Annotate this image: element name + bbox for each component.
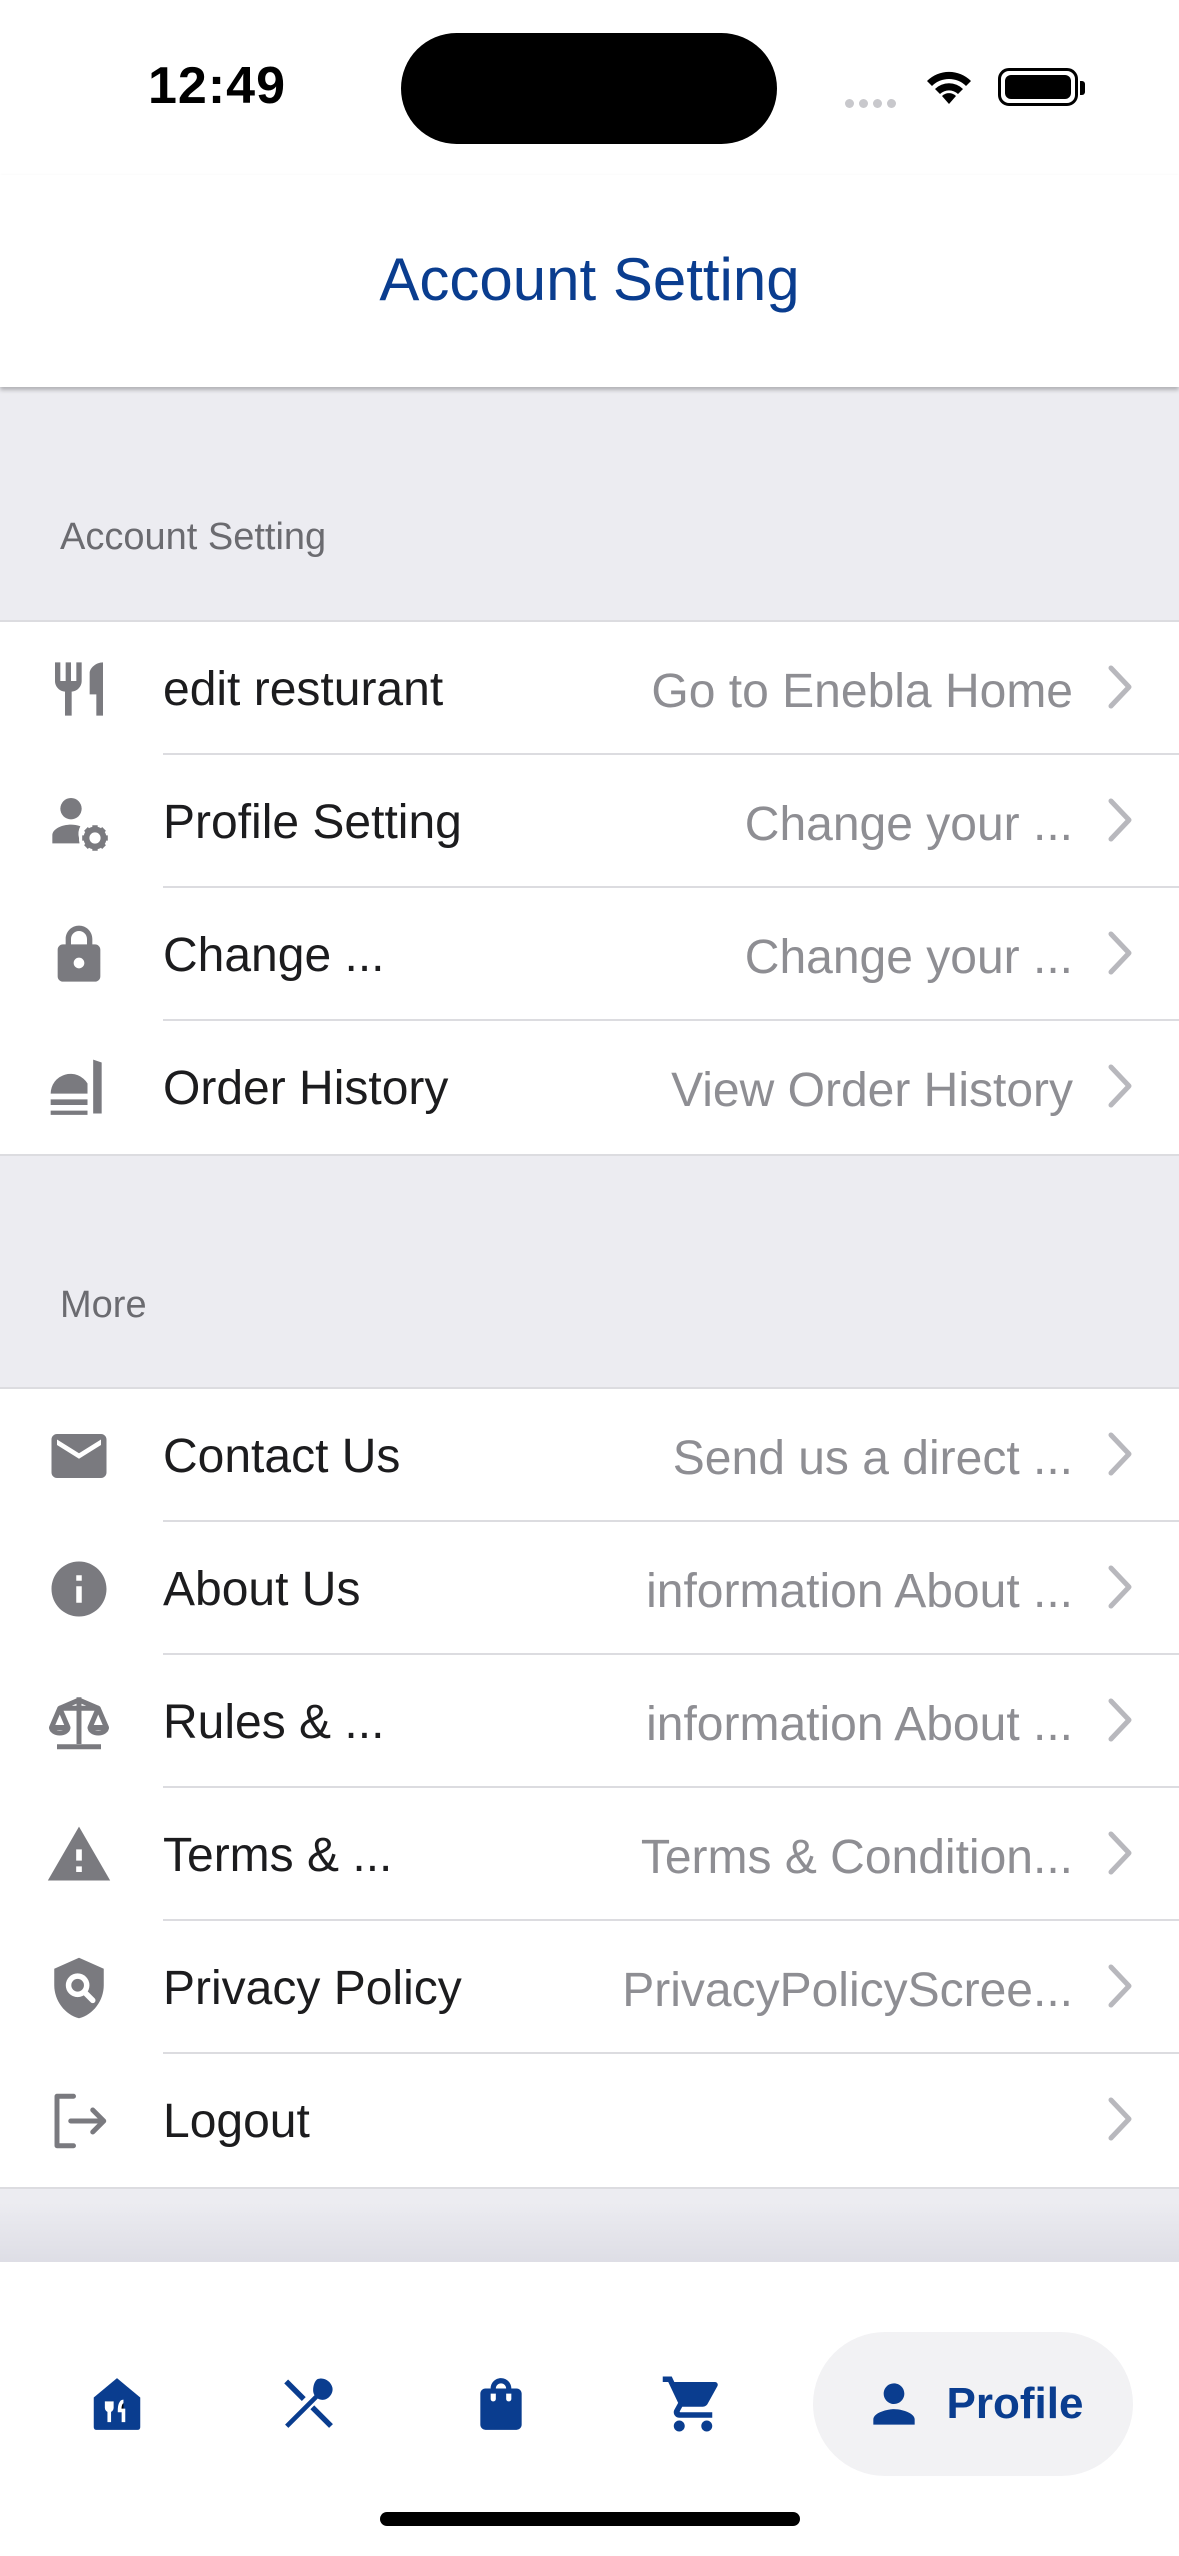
- row-label: Logout: [163, 2095, 310, 2148]
- tab-utensils[interactable]: [254, 2332, 364, 2476]
- row-detail: Send us a direct ...: [672, 1432, 1073, 1485]
- info-icon: [44, 1554, 114, 1624]
- row-label: Profile Setting: [163, 796, 462, 849]
- lock-icon: [44, 920, 114, 990]
- logout-row[interactable]: Logout: [0, 2054, 1179, 2187]
- chevron-right-icon: [1108, 1831, 1132, 1875]
- page-title: Account Setting: [379, 246, 800, 313]
- tab-restaurant-home[interactable]: [62, 2332, 172, 2476]
- person-icon: [872, 2383, 915, 2425]
- chevron-right-icon: [1108, 931, 1132, 975]
- tab-profile-label: Profile: [946, 2379, 1084, 2428]
- row-label: Rules & ...: [163, 1696, 385, 1749]
- cart-icon: [662, 2376, 718, 2432]
- row-detail: Change your ...: [744, 931, 1073, 984]
- row-detail: Terms & Condition...: [640, 1831, 1073, 1884]
- contact-us-row[interactable]: Contact Us Send us a direct ...: [0, 1389, 1179, 1522]
- restaurant-home-icon: [93, 2378, 141, 2430]
- tab-bag[interactable]: [446, 2332, 556, 2476]
- chevron-right-icon: [1108, 1432, 1132, 1476]
- row-detail: Change your ...: [744, 798, 1073, 851]
- row-detail: PrivacyPolicyScree...: [622, 1964, 1073, 2017]
- row-detail: View Order History: [671, 1064, 1073, 1117]
- fork-knife-icon: [44, 654, 114, 724]
- profile-setting-row[interactable]: Profile Setting Change your ...: [0, 755, 1179, 888]
- battery-icon: [998, 68, 1085, 106]
- row-label: Contact Us: [163, 1430, 401, 1483]
- dynamic-island: [401, 33, 777, 144]
- utensils-icon: [284, 2378, 333, 2428]
- chevron-right-icon: [1108, 1698, 1132, 1742]
- logout-icon: [44, 2086, 114, 2156]
- row-detail: Go to Enebla Home: [651, 665, 1073, 718]
- status-time: 12:49: [148, 57, 286, 115]
- row-label: Order History: [163, 1062, 449, 1115]
- account-setting-group: edit resturant Go to Enebla Home Profile…: [0, 620, 1179, 1156]
- row-label: About Us: [163, 1563, 361, 1616]
- privacy-policy-row[interactable]: Privacy Policy PrivacyPolicyScree...: [0, 1921, 1179, 2054]
- chevron-right-icon: [1108, 1064, 1132, 1108]
- shield-search-icon: [44, 1953, 114, 2023]
- edit-restaurant-row[interactable]: edit resturant Go to Enebla Home: [0, 622, 1179, 755]
- tab-profile[interactable]: Profile: [813, 2332, 1133, 2476]
- warning-icon: [44, 1820, 114, 1890]
- chevron-right-icon: [1108, 1964, 1132, 2008]
- terms-row[interactable]: Terms & ... Terms & Condition...: [0, 1788, 1179, 1921]
- change-password-row[interactable]: Change ... Change your ...: [0, 888, 1179, 1021]
- row-detail: information About ...: [646, 1698, 1073, 1751]
- section-header-account-setting: Account Setting: [60, 516, 327, 558]
- chevron-right-icon: [1108, 798, 1132, 842]
- cellular-signal-icon: [845, 95, 901, 113]
- row-detail: information About ...: [646, 1565, 1073, 1618]
- chevron-right-icon: [1108, 2097, 1132, 2141]
- user-gear-icon: [44, 787, 114, 857]
- tab-cart[interactable]: [638, 2332, 748, 2476]
- home-indicator: [380, 2512, 800, 2526]
- status-bar: 12:49: [0, 0, 1179, 175]
- section-header-more: More: [60, 1284, 147, 1326]
- row-label: Terms & ...: [163, 1829, 393, 1882]
- shopping-bag-icon: [480, 2378, 522, 2430]
- order-history-row[interactable]: Order History View Order History: [0, 1021, 1179, 1154]
- navigation-header: Account Setting: [0, 175, 1179, 387]
- about-us-row[interactable]: About Us information About ...: [0, 1522, 1179, 1655]
- row-label: Privacy Policy: [163, 1962, 462, 2015]
- row-label: edit resturant: [163, 663, 444, 716]
- chevron-right-icon: [1108, 665, 1132, 709]
- more-group: Contact Us Send us a direct ... About Us…: [0, 1387, 1179, 2189]
- rules-row[interactable]: Rules & ... information About ...: [0, 1655, 1179, 1788]
- mail-icon: [44, 1421, 114, 1491]
- food-bell-icon: [44, 1053, 114, 1123]
- scale-icon: [44, 1687, 114, 1757]
- chevron-right-icon: [1108, 1565, 1132, 1609]
- wifi-icon: [922, 66, 976, 111]
- row-label: Change ...: [163, 929, 385, 982]
